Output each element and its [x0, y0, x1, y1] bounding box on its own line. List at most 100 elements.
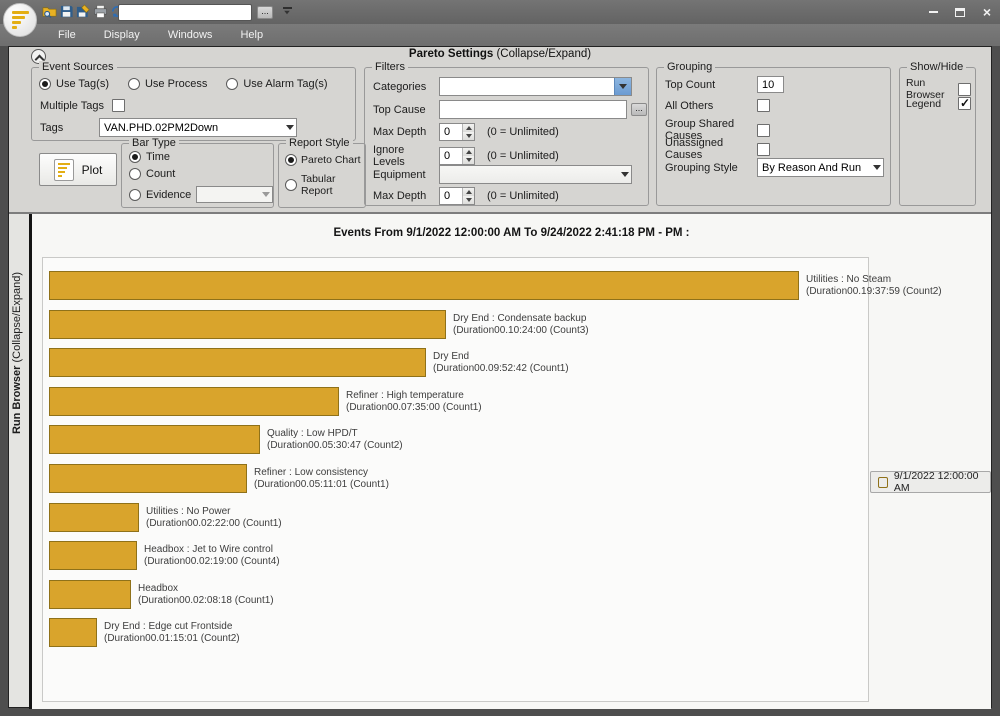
radio-use-tags-label: Use Tag(s) [56, 78, 109, 90]
multiple-tags-checkbox[interactable] [112, 99, 125, 112]
equipment-combobox[interactable] [439, 165, 632, 184]
spin-down-icon[interactable] [463, 132, 474, 140]
categories-combobox[interactable] [439, 77, 632, 96]
run-browser-bar-label-note: (Collapse/Expand) [11, 272, 23, 366]
menu-file[interactable]: File [44, 24, 90, 46]
unlimited-note: (0 = Unlimited) [487, 126, 559, 138]
radio-tabular-report[interactable] [285, 179, 297, 191]
pareto-bar[interactable] [49, 425, 260, 454]
open-folder-search-icon[interactable] [42, 4, 57, 19]
radio-time-label: Time [146, 151, 170, 163]
radio-bar-type-time[interactable] [129, 151, 141, 163]
maximize-button[interactable] [953, 5, 967, 19]
save-as-icon[interactable] [76, 4, 91, 19]
categories-dropdown-icon[interactable] [614, 78, 631, 95]
pareto-bar[interactable] [49, 271, 799, 300]
top-count-input[interactable] [757, 76, 784, 93]
max-depth-2-label: Max Depth [373, 190, 439, 202]
grouping-group: Grouping Top Count All Others Group Shar… [656, 67, 891, 206]
report-style-title: Report Style [286, 137, 353, 149]
max-depth-value: 0 [444, 126, 450, 138]
multiple-tags-label: Multiple Tags [40, 100, 104, 112]
evidence-combobox[interactable] [196, 186, 273, 203]
unlimited-note: (0 = Unlimited) [487, 150, 559, 162]
plot-button[interactable]: Plot [39, 153, 117, 186]
tags-combobox[interactable]: VAN.PHD.02PM2Down [99, 118, 297, 137]
chart-region: Run Browser (Collapse/Expand) Events Fro… [9, 212, 991, 707]
top-cause-input[interactable] [439, 100, 627, 119]
display-selector-input[interactable] [118, 4, 252, 21]
pareto-bar-row: Headbox : Jet to Wire control(Duration00… [49, 541, 280, 570]
radio-bar-type-count[interactable] [129, 168, 141, 180]
legend-swatch [878, 477, 888, 488]
close-button[interactable]: × [980, 5, 994, 19]
pareto-bar-label: Headbox : Jet to Wire control(Duration00… [144, 544, 280, 568]
tags-value: VAN.PHD.02PM2Down [104, 122, 218, 134]
radio-bar-type-evidence[interactable] [129, 189, 141, 201]
save-icon[interactable] [59, 4, 74, 19]
run-browser-collapsed-bar[interactable]: Run Browser (Collapse/Expand) [9, 214, 29, 707]
pareto-bar-label: Refiner : Low consistency(Duration00.05:… [254, 467, 389, 491]
print-icon[interactable] [93, 4, 108, 19]
unassigned-causes-checkbox[interactable] [757, 143, 770, 156]
event-sources-group: Event Sources Use Tag(s) Use Process Use… [31, 67, 356, 141]
radio-pareto-chart[interactable] [285, 154, 297, 166]
run-browser-bar-label[interactable]: Run Browser (Collapse/Expand) [11, 272, 23, 434]
pareto-bar-row: Headbox(Duration00.02:08:18 (Count1) [49, 580, 274, 609]
radio-use-process[interactable] [128, 78, 140, 90]
pareto-bar-label: Quality : Low HPD/T(Duration00.05:30:47 … [267, 428, 403, 452]
radio-use-alarm-tags[interactable] [226, 78, 238, 90]
bar-type-title: Bar Type [129, 137, 179, 149]
radio-evidence-label: Evidence [146, 189, 191, 201]
pareto-bar[interactable] [49, 580, 131, 609]
filters-title: Filters [372, 61, 408, 73]
pareto-bar[interactable] [49, 541, 137, 570]
title-bar: ... × [0, 0, 1000, 24]
spin-up-icon[interactable] [463, 148, 474, 156]
pareto-bar[interactable] [49, 503, 139, 532]
pareto-bar-label: Headbox(Duration00.02:08:18 (Count1) [138, 583, 274, 607]
pareto-bar-row: Utilities : No Steam(Duration00.19:37:59… [49, 271, 942, 300]
pareto-settings-collapse-note: (Collapse/Expand) [493, 48, 591, 60]
minimize-button[interactable] [926, 5, 940, 19]
spin-up-icon[interactable] [463, 188, 474, 196]
all-others-checkbox[interactable] [757, 99, 770, 112]
spin-up-icon[interactable] [463, 124, 474, 132]
event-sources-title: Event Sources [39, 61, 117, 73]
equipment-label: Equipment [373, 169, 439, 181]
categories-label: Categories [373, 81, 439, 93]
ignore-levels-spinner[interactable]: 0 [439, 147, 475, 165]
pareto-bar[interactable] [49, 310, 446, 339]
pareto-bar[interactable] [49, 348, 426, 377]
pareto-bar[interactable] [49, 618, 97, 647]
menu-windows[interactable]: Windows [154, 24, 227, 46]
menu-display[interactable]: Display [90, 24, 154, 46]
radio-use-tags[interactable] [39, 78, 51, 90]
spin-down-icon[interactable] [463, 196, 474, 204]
pareto-bar-label: Utilities : No Steam(Duration00.19:37:59… [806, 274, 942, 298]
menu-help[interactable]: Help [226, 24, 277, 46]
legend-checkbox[interactable] [958, 97, 971, 110]
pareto-bar-label: Dry End : Condensate backup(Duration00.1… [453, 313, 589, 337]
browse-displays-button[interactable]: ... [257, 6, 273, 19]
pareto-bar-row: Refiner : Low consistency(Duration00.05:… [49, 464, 389, 493]
pareto-bar-row: Dry End : Edge cut Frontside(Duration00.… [49, 618, 240, 647]
app-logo-pareto-icon [3, 3, 37, 37]
chart-legend[interactable]: 9/1/2022 12:00:00 AM [870, 471, 991, 493]
grouping-style-combobox[interactable]: By Reason And Run [757, 158, 884, 177]
pareto-bar[interactable] [49, 464, 247, 493]
spin-down-icon[interactable] [463, 156, 474, 164]
run-browser-checkbox[interactable] [958, 83, 971, 96]
max-depth-2-spinner[interactable]: 0 [439, 187, 475, 205]
pareto-bar[interactable] [49, 387, 339, 416]
max-depth-spinner[interactable]: 0 [439, 123, 475, 141]
chart-title: Events From 9/1/2022 12:00:00 AM To 9/24… [32, 227, 991, 239]
group-shared-causes-checkbox[interactable] [757, 124, 770, 137]
legend-label: Legend [906, 98, 941, 110]
toolbar-overflow-icon[interactable] [281, 7, 293, 18]
top-cause-browse-button[interactable]: ... [631, 103, 647, 116]
pareto-settings-header[interactable]: Pareto Settings (Collapse/Expand) [9, 48, 991, 65]
radio-use-process-label: Use Process [145, 78, 207, 90]
pareto-bar-label: Utilities : No Power(Duration00.02:22:00… [146, 506, 282, 530]
filters-group: Filters Categories Top Cause ... Max Dep… [364, 67, 649, 206]
